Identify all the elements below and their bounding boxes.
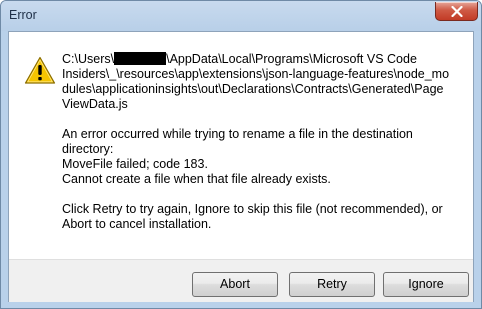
redacted-username bbox=[114, 52, 167, 65]
help-line-2: Abort to cancel installation. bbox=[62, 217, 212, 231]
help-line-1: Click Retry to try again, Ignore to skip… bbox=[62, 202, 443, 216]
title-bar[interactable]: Error bbox=[1, 1, 481, 31]
abort-button[interactable]: Abort bbox=[192, 272, 278, 297]
error-dialog-window: Error C:\Users\ \AppData\Local\Programs\M… bbox=[0, 0, 482, 309]
window-title: Error bbox=[9, 8, 37, 22]
help-text: Click Retry to try again, Ignore to skip… bbox=[62, 202, 467, 232]
file-path-line-4: ViewData.js bbox=[62, 97, 128, 111]
close-button[interactable] bbox=[435, 2, 478, 21]
error-message: C:\Users\ \AppData\Local\Programs\Microso… bbox=[62, 52, 467, 232]
path-prefix: C:\Users\ bbox=[62, 52, 115, 66]
dialog-content: C:\Users\ \AppData\Local\Programs\Microso… bbox=[8, 31, 474, 302]
path-suffix: \AppData\Local\Programs\Microsoft VS Cod… bbox=[166, 52, 417, 66]
error-line-2: directory: bbox=[62, 142, 114, 156]
button-bar: Abort Retry Ignore bbox=[9, 259, 473, 302]
file-path-line-2: Insiders\_\resources\app\extensions\json… bbox=[62, 67, 450, 81]
file-path-line-1: C:\Users\ \AppData\Local\Programs\Microso… bbox=[62, 52, 467, 67]
retry-button[interactable]: Retry bbox=[289, 272, 375, 297]
error-line-1: An error occurred while trying to rename… bbox=[62, 127, 413, 141]
error-line-4: Cannot create a file when that file alre… bbox=[62, 172, 331, 186]
error-line-3: MoveFile failed; code 183. bbox=[62, 157, 208, 171]
error-description: An error occurred while trying to rename… bbox=[62, 127, 467, 187]
close-icon bbox=[451, 6, 463, 17]
warning-icon bbox=[24, 56, 56, 84]
file-path-line-3: dules\applicationinsights\out\Declaratio… bbox=[62, 82, 444, 96]
ignore-button[interactable]: Ignore bbox=[383, 272, 469, 297]
